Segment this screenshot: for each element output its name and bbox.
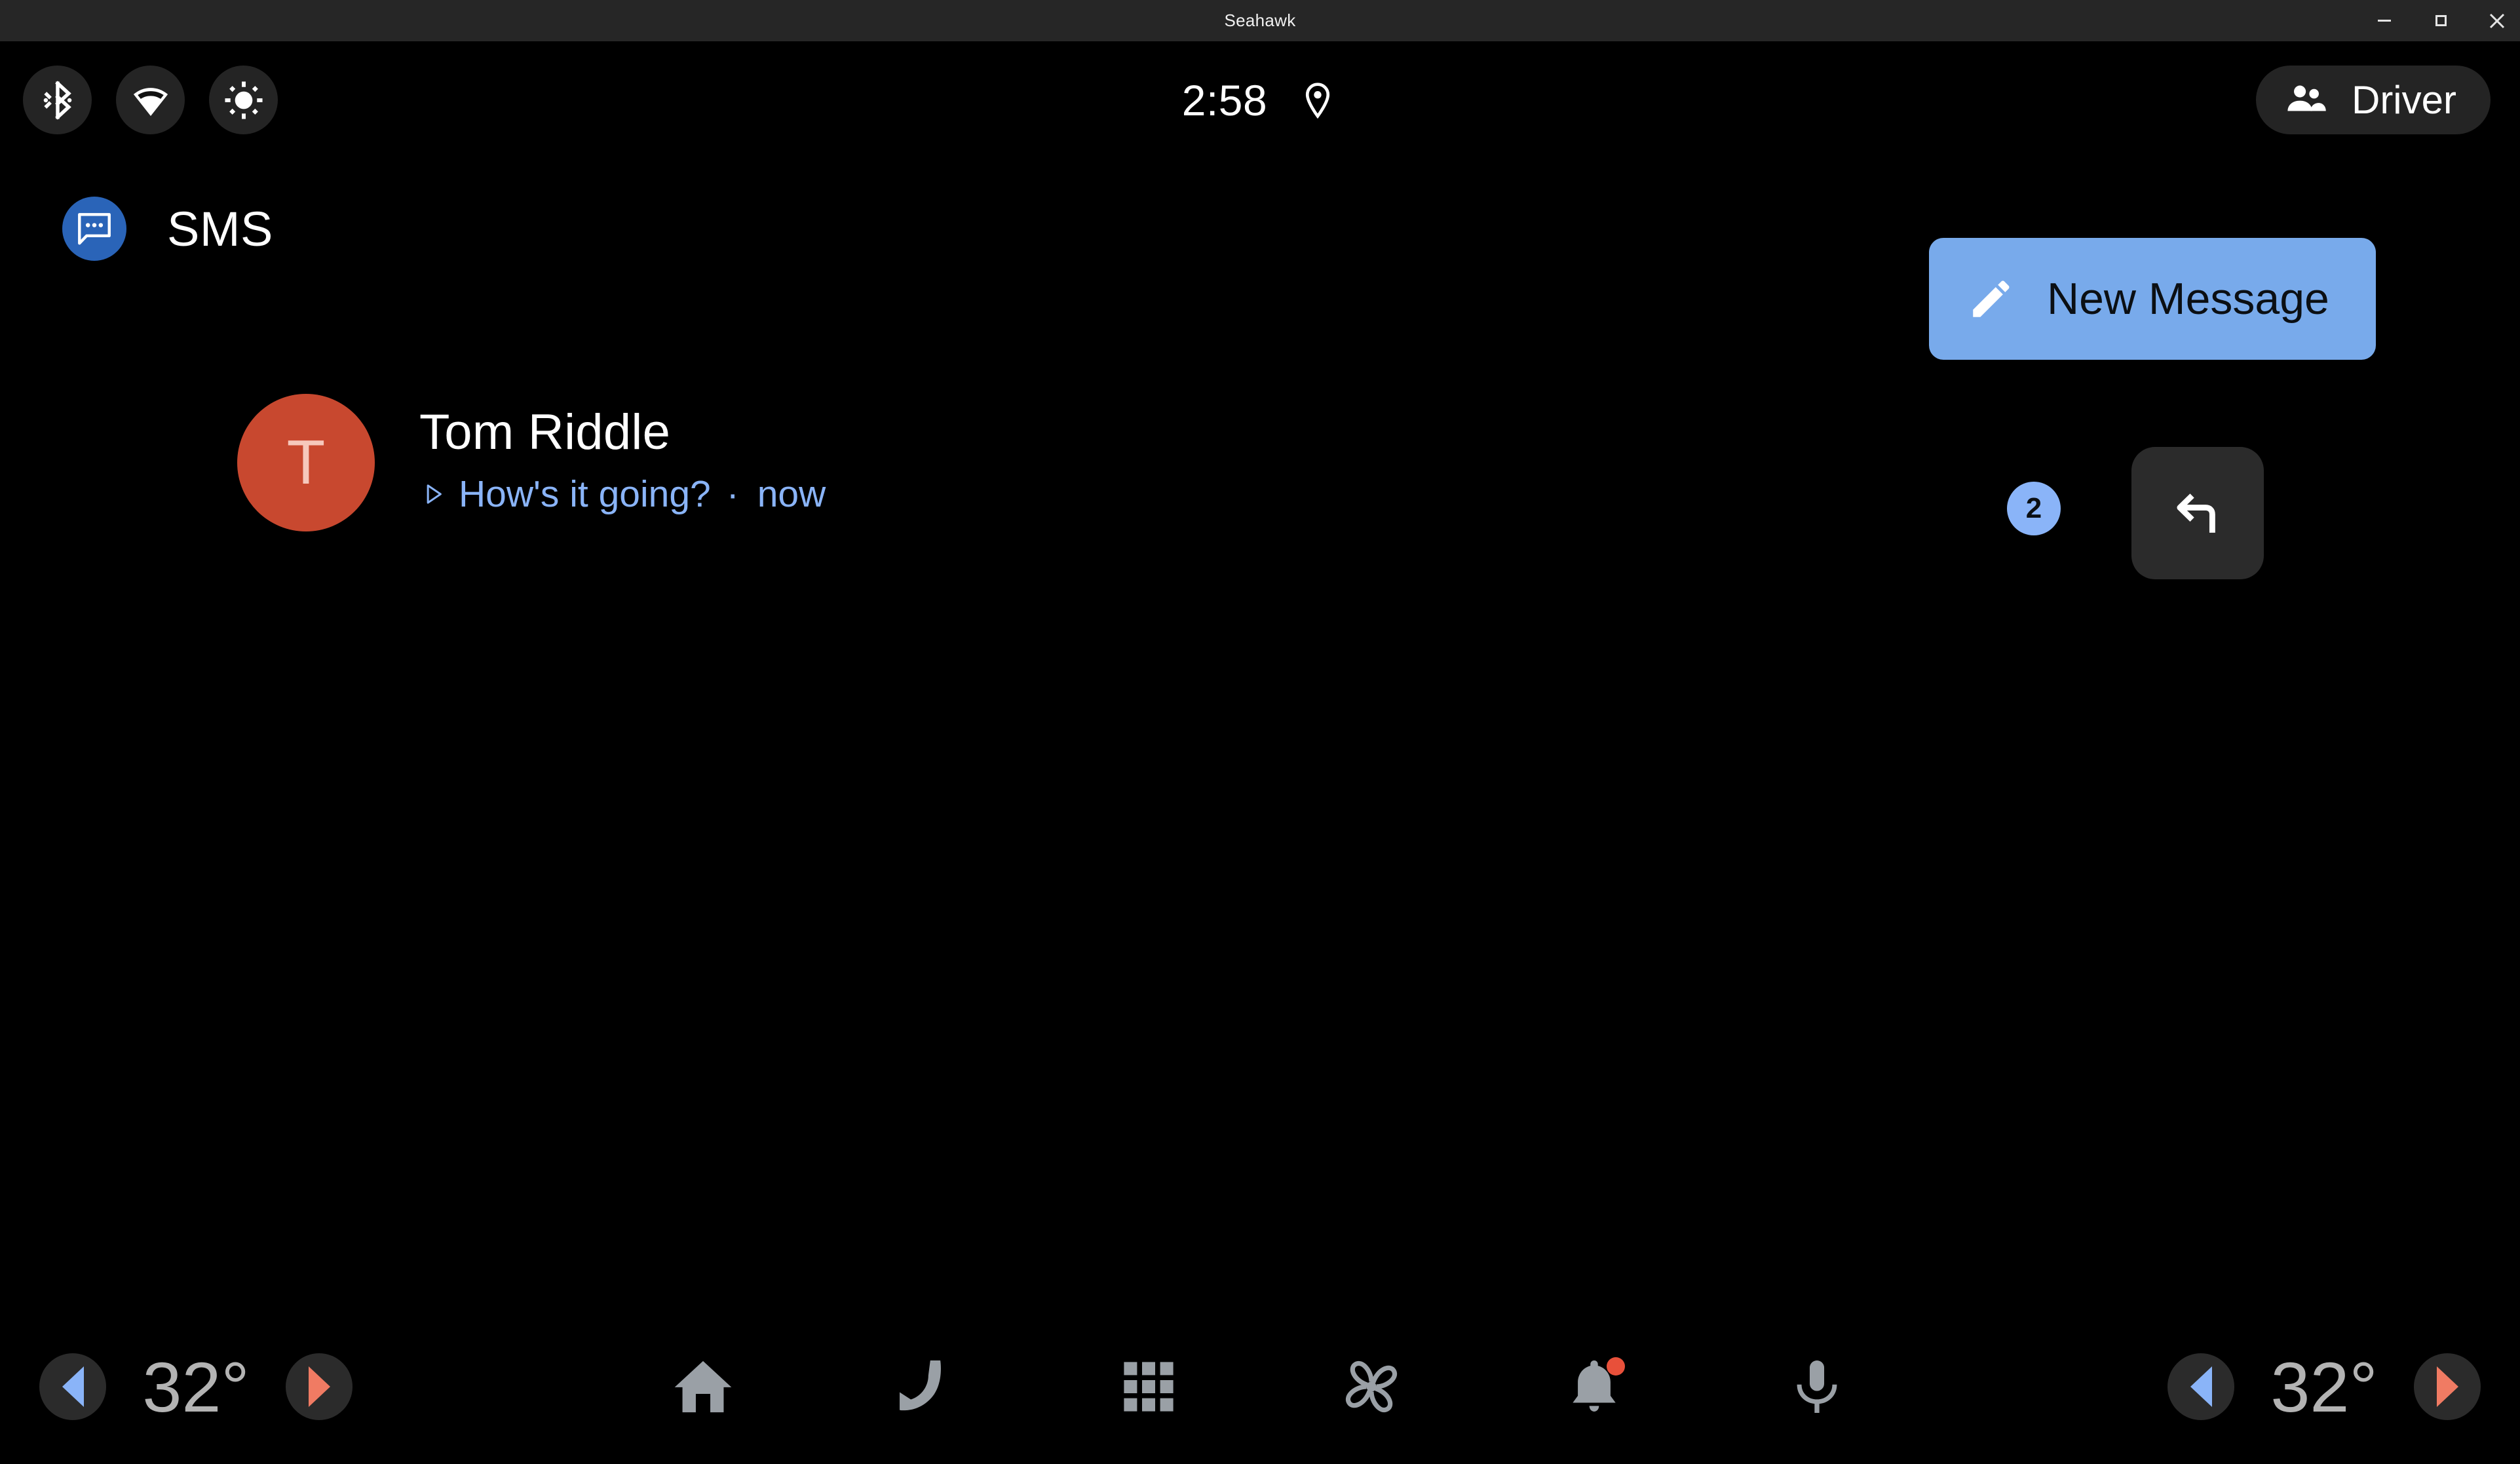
arrow-left-icon	[62, 1366, 84, 1407]
clock: 2:58	[1181, 75, 1268, 125]
people-icon	[2287, 85, 2326, 111]
wifi-icon	[133, 87, 168, 116]
user-profile-button[interactable]: Driver	[2256, 66, 2491, 134]
app-identity: SMS	[62, 197, 273, 261]
arrow-right-icon	[308, 1366, 330, 1407]
preview-timestamp: now	[757, 473, 826, 516]
maximize-icon	[2435, 15, 2447, 26]
clock-group: 2:58	[0, 66, 2520, 134]
reply-arrow-icon	[2177, 493, 2215, 533]
bluetooth-toggle[interactable]	[23, 66, 92, 134]
temperature-left[interactable]: 32°	[121, 1346, 271, 1428]
temp-decrease-left-button[interactable]	[39, 1353, 106, 1420]
nav-home-button[interactable]	[654, 1338, 752, 1436]
bluetooth-icon	[43, 80, 71, 120]
maximize-button[interactable]	[2430, 10, 2452, 32]
preview-separator: ·	[726, 473, 739, 516]
wifi-toggle[interactable]	[116, 66, 185, 134]
conversation-text: Tom Riddle How's it going? · now	[419, 404, 826, 516]
user-profile-label: Driver	[2352, 78, 2456, 122]
minimize-button[interactable]	[2373, 10, 2396, 32]
preview-text: How's it going?	[459, 473, 711, 516]
pencil-icon	[1973, 280, 2010, 317]
climate-control-right: 32°	[2167, 1309, 2481, 1464]
new-message-label: New Message	[2047, 274, 2329, 324]
home-icon	[674, 1360, 732, 1413]
window-title: Seahawk	[1224, 10, 1296, 30]
unread-count: 2	[2025, 492, 2042, 524]
arrow-left-icon	[2190, 1366, 2212, 1407]
microphone-icon	[1797, 1360, 1837, 1414]
app-title: SMS	[167, 201, 273, 256]
temperature-right[interactable]: 32°	[2249, 1346, 2399, 1428]
bottom-nav-bar: 32° 32°	[0, 1309, 2520, 1464]
window-titlebar: Seahawk	[0, 0, 2520, 41]
car-screen: 2:58 Driver SMS New Message T Tom Riddle…	[0, 41, 2520, 1464]
status-bar: 2:58 Driver	[0, 41, 2520, 166]
message-preview: How's it going? · now	[419, 472, 826, 516]
nav-assistant-button[interactable]	[1768, 1338, 1866, 1436]
close-icon	[2489, 13, 2505, 28]
sms-app-icon	[62, 197, 126, 261]
window-controls	[2373, 0, 2508, 41]
nav-apps-button[interactable]	[1099, 1338, 1198, 1436]
phone-icon	[900, 1360, 941, 1411]
climate-control-left: 32°	[39, 1309, 353, 1464]
nav-notifications-button[interactable]	[1545, 1338, 1643, 1436]
location-pin-icon	[1306, 82, 1330, 119]
temp-decrease-right-button[interactable]	[2167, 1353, 2234, 1420]
brightness-icon	[224, 81, 263, 119]
nav-climate-button[interactable]	[1322, 1338, 1421, 1436]
quick-toggle-group	[23, 66, 278, 134]
close-button[interactable]	[2486, 10, 2508, 32]
unread-badge: 2	[2007, 482, 2061, 535]
temp-increase-left-button[interactable]	[286, 1353, 353, 1420]
new-message-button[interactable]: New Message	[1929, 238, 2376, 360]
temp-increase-right-button[interactable]	[2414, 1353, 2481, 1420]
reply-button[interactable]	[2131, 447, 2264, 579]
avatar: T	[237, 394, 375, 531]
play-triangle-icon	[427, 484, 442, 505]
minimize-icon	[2378, 20, 2391, 22]
fan-icon	[1345, 1360, 1398, 1413]
arrow-right-icon	[2436, 1366, 2458, 1407]
avatar-initial: T	[286, 427, 326, 497]
contact-name: Tom Riddle	[419, 404, 671, 460]
sms-chat-bubble-icon	[78, 213, 111, 245]
nav-phone-button[interactable]	[877, 1338, 975, 1436]
notification-dot	[1607, 1357, 1625, 1376]
app-grid-icon	[1124, 1362, 1174, 1412]
brightness-toggle[interactable]	[209, 66, 278, 134]
nav-center-group	[0, 1309, 2520, 1464]
